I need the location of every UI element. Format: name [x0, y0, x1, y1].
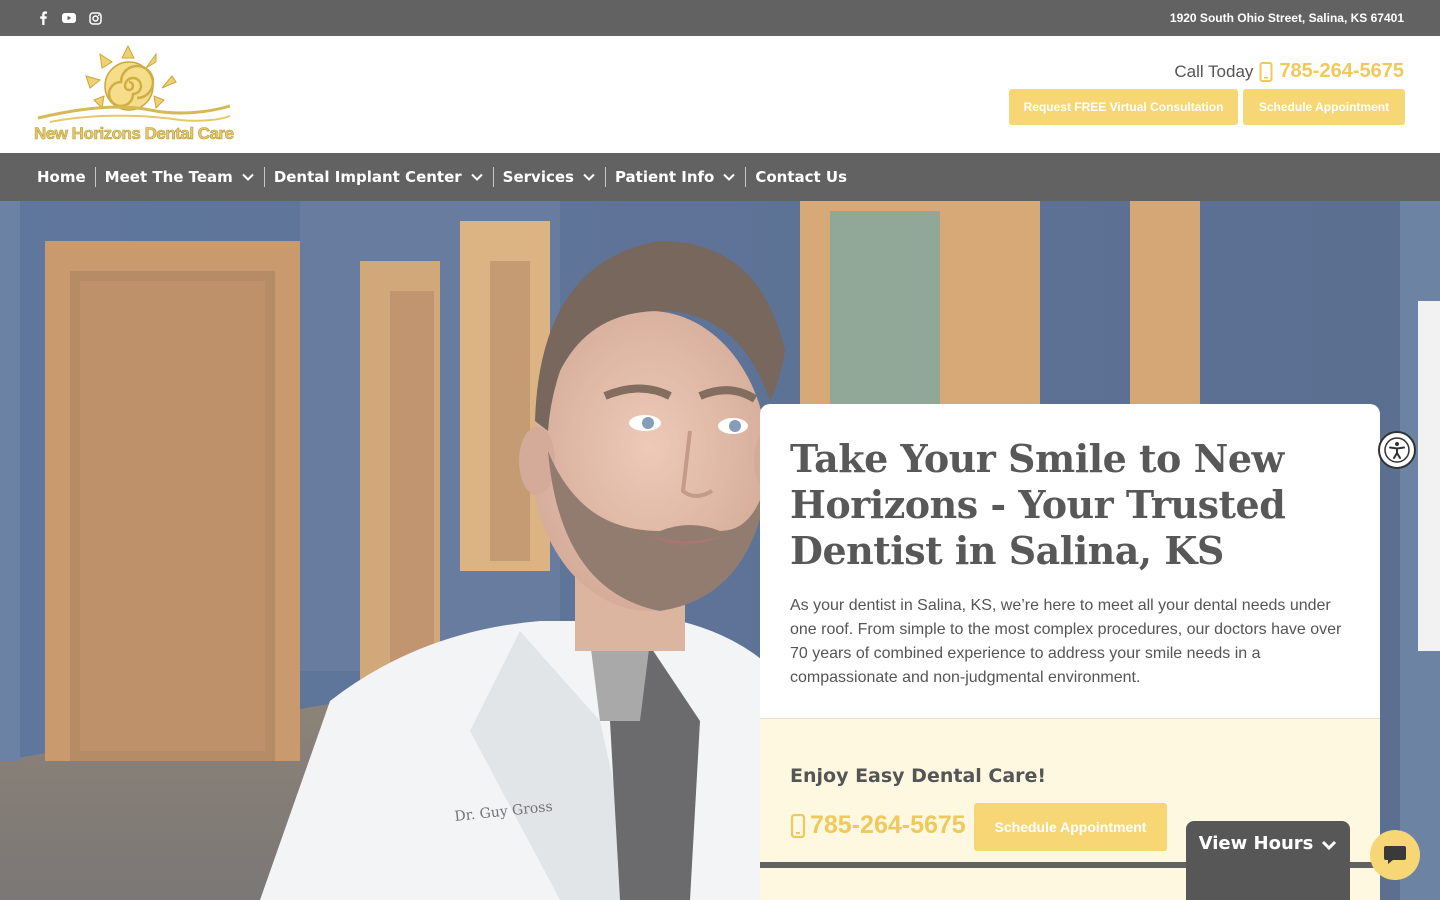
logo-text[interactable]: New Horizons Dental Care — [34, 124, 235, 144]
chevron-down-icon — [723, 173, 736, 181]
header-phone-link[interactable]: 785-264-5675 — [1279, 60, 1404, 83]
facebook-icon[interactable] — [36, 10, 50, 26]
call-today: Call Today 785-264-5675 — [1174, 60, 1404, 83]
top-bar: 1920 South Ohio Street, Salina, KS 67401 — [0, 0, 1440, 36]
accessibility-icon — [1384, 437, 1410, 463]
nav-label: Patient Info — [614, 168, 715, 186]
social-links — [36, 10, 102, 26]
nav-label: Meet The Team — [104, 168, 233, 186]
nav-label: Contact Us — [755, 168, 848, 186]
nav-patient-info[interactable]: Patient Info — [606, 167, 747, 187]
site-header: New Horizons Dental Care Call Today 785-… — [0, 36, 1440, 153]
nav-services[interactable]: Services — [494, 167, 606, 187]
chat-bubble-icon — [1384, 846, 1406, 864]
nav-label: Home — [37, 168, 86, 186]
nav-meet-the-team[interactable]: Meet The Team — [96, 167, 265, 187]
hero-phone-number: 785-264-5675 — [810, 811, 966, 839]
chevron-down-icon — [583, 173, 595, 181]
address-text[interactable]: 1920 South Ohio Street, Salina, KS 67401 — [1170, 11, 1404, 25]
nav-label: Dental Implant Center — [273, 168, 462, 186]
phone-icon — [790, 813, 806, 838]
nav-label: Services — [502, 168, 574, 186]
hero-description: As your dentist in Salina, KS, we’re her… — [790, 597, 1342, 686]
request-consultation-button[interactable]: Request FREE Virtual Consultation — [1009, 89, 1238, 125]
nav-home[interactable]: Home — [28, 167, 96, 187]
hero-phone-link[interactable]: 785-264-5675 — [790, 811, 966, 840]
nav-dental-implant-center[interactable]: Dental Implant Center — [265, 167, 494, 187]
accessibility-button[interactable] — [1378, 431, 1416, 469]
chevron-down-icon — [242, 173, 254, 181]
instagram-icon[interactable] — [88, 10, 102, 26]
view-hours-button[interactable]: View Hours — [1186, 821, 1350, 900]
youtube-icon[interactable] — [62, 10, 76, 26]
header-schedule-button[interactable]: Schedule Appointment — [1243, 89, 1405, 125]
hero-title: Take Your Smile to New Horizons - Your T… — [790, 436, 1286, 573]
view-hours-label: View Hours — [1198, 833, 1314, 854]
sun-logo-icon — [37, 44, 231, 123]
nav-contact-us[interactable]: Contact Us — [746, 167, 856, 187]
call-label: Call Today — [1174, 61, 1254, 81]
hero-schedule-button[interactable]: Schedule Appointment — [974, 803, 1167, 851]
chat-button[interactable] — [1370, 830, 1420, 880]
phone-icon — [1259, 61, 1273, 82]
chevron-down-icon — [1322, 840, 1337, 851]
main-nav: Home Meet The Team Dental Implant Center… — [0, 153, 1440, 201]
chevron-down-icon — [470, 173, 483, 181]
enjoy-heading: Enjoy Easy Dental Care! — [790, 765, 1047, 787]
